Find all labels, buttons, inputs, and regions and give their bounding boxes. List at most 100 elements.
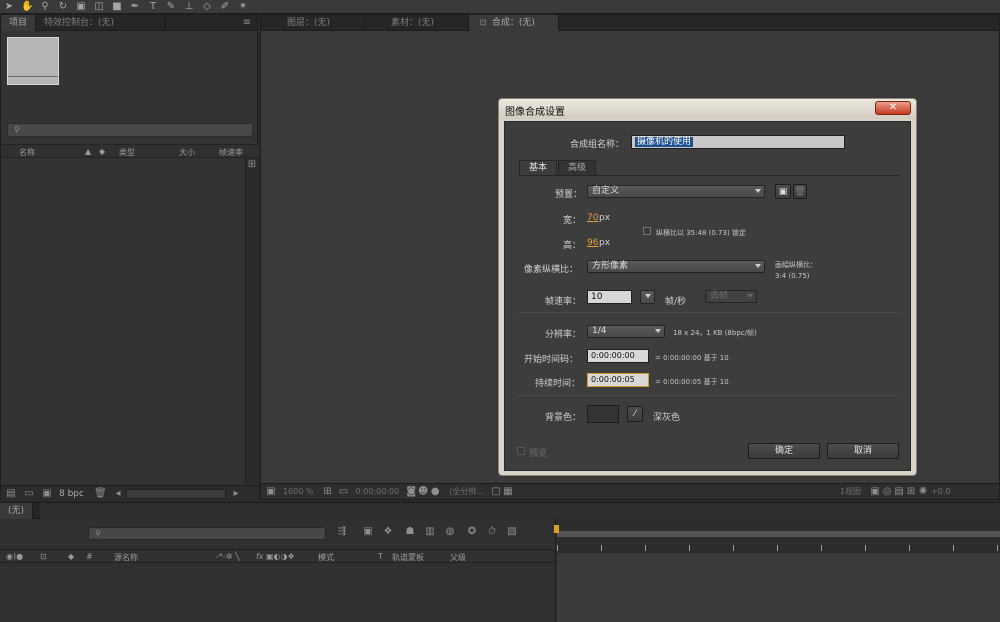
flowchart-icon[interactable]: ⊞ [246,159,258,171]
eraser-tool-icon[interactable]: ◇ [201,1,213,13]
new-composition-icon[interactable]: ▣ [41,488,53,500]
column-type[interactable]: 类型 [119,147,135,158]
horizontal-scrollbar[interactable] [125,488,226,499]
tab-effect-controls[interactable]: 特效控制台：(无) [36,14,167,31]
camera-tool-icon[interactable]: ▣ [75,1,87,13]
label-tag-icon: ◆ [99,147,106,156]
resolution-select[interactable]: (全分辨... [449,486,484,497]
comp-name-input[interactable]: 摄像机的使用 [631,135,845,149]
rectangle-tool-icon[interactable]: ■ [111,1,123,13]
shy-layers-icon[interactable]: ☗ [404,526,416,538]
new-folder-icon[interactable]: ▭ [23,488,35,500]
pen-tool-icon[interactable]: ✒ [129,1,141,13]
comp-mini-flowchart-icon[interactable]: ⇶ [336,526,348,538]
graph-editor-icon[interactable]: ▧ [506,526,518,538]
close-button[interactable]: ✕ [875,101,911,115]
project-search-input[interactable]: ⚲ [7,123,253,137]
brainstorm-icon[interactable]: ✪ [466,526,478,538]
auto-keyframe-icon[interactable]: ⏱ [486,526,498,538]
draft-3d-icon[interactable]: ❖ [382,526,394,538]
eyedropper-button[interactable]: ⁄ [627,406,643,422]
color-icon[interactable]: ● [429,486,441,498]
bg-color-swatch[interactable] [587,405,619,423]
live-update-icon[interactable]: ▣ [362,526,374,538]
panel-menu-icon[interactable]: ≡ [241,17,253,29]
exposure-icon[interactable]: ✺ [917,486,929,498]
pan-behind-tool-icon[interactable]: ◫ [93,1,105,13]
preset-select[interactable]: 自定义 [587,185,765,198]
fast-previews-icon[interactable]: ◎ [881,486,893,498]
rotate-tool-icon[interactable]: ↻ [57,1,69,13]
toggle-pixel-aspect-icon[interactable]: ▣ [869,486,881,498]
dialog-titlebar[interactable]: 图像合成设置 ✕ [499,99,916,119]
width-value[interactable]: 70 [587,213,598,223]
save-preset-button[interactable]: ▣ [775,184,791,199]
tab-timeline[interactable]: (无) [0,502,34,519]
ok-button[interactable]: 确定 [748,443,820,459]
tab-composition[interactable]: ⊡ 合成：(无) [469,14,559,31]
project-scrollbar[interactable]: ⊞ [245,159,258,485]
magnification-icon[interactable]: ▣ [265,486,277,498]
brush-tool-icon[interactable]: ✎ [165,1,177,13]
column-name[interactable]: 名称 [19,147,35,158]
frame-blending-icon[interactable]: ▥ [424,526,436,538]
scroll-right-icon[interactable]: ▸ [230,488,242,500]
pixel-aspect-select[interactable]: 方形像素 [587,260,765,273]
delete-preset-button[interactable]: 🗑 [793,184,807,199]
timeline-icon[interactable]: ▤ [893,486,905,498]
fps-input[interactable]: 10 [587,290,632,304]
roto-brush-tool-icon[interactable]: ✐ [219,1,231,13]
current-time[interactable]: 0:00:00:00 [356,487,400,496]
start-timecode-input[interactable]: 0:00:00:00 [587,349,649,363]
column-parent[interactable]: 父级 [450,552,466,563]
motion-blur-icon[interactable]: ◍ [444,526,456,538]
width-label: 宽： [563,216,582,226]
scroll-left-icon[interactable]: ◂ [112,488,124,500]
exposure-value[interactable]: +0.0 [931,487,950,496]
duration-input[interactable]: 0:00:00:05 [587,373,649,387]
flowchart-view-icon[interactable]: ⊞ [905,486,917,498]
height-value[interactable]: 96 [587,238,598,248]
snapshot-icon[interactable]: ◙ [405,486,417,498]
text-tool-icon[interactable]: T [147,1,159,13]
trash-icon[interactable]: 🗑 [94,488,107,500]
region-of-interest-icon[interactable]: ▢ [490,486,502,498]
column-mode[interactable]: 模式 [318,552,334,563]
column-track-matte[interactable]: 轨道蒙板 [392,552,424,563]
lock-aspect-checkbox[interactable] [643,227,651,235]
tab-basic[interactable]: 基本 [519,160,557,175]
zoom-tool-icon[interactable]: ⚲ [39,1,51,13]
zoom-select[interactable]: 1600 % [283,487,314,496]
tab-footage[interactable]: 素材：(无) [365,14,469,31]
switches-icons: -*-✲ ╲ [216,552,240,561]
mask-visibility-icon[interactable]: ▭ [338,486,350,498]
clone-stamp-tool-icon[interactable]: ⊥ [183,1,195,13]
timeline-track-area[interactable] [557,553,1000,622]
show-channel-icon[interactable]: ☻ [417,486,429,498]
resolution-select[interactable]: 1/4 [587,325,665,338]
current-time-indicator[interactable] [554,525,559,533]
safe-zones-icon[interactable]: ⊞ [322,486,334,498]
work-area-bar[interactable] [557,531,1000,537]
tab-project[interactable]: 项目 [1,14,37,31]
column-fps[interactable]: 帧速率 [219,147,243,158]
tab-advanced[interactable]: 高级 [558,160,596,175]
cancel-button[interactable]: 取消 [827,443,899,459]
tab-layer[interactable]: 图层：(无) [261,14,365,31]
selection-tool-icon[interactable]: ➤ [3,1,15,13]
interpret-footage-icon[interactable]: ▤ [5,488,17,500]
column-preserve-transparency[interactable]: T [378,552,383,561]
project-item-list[interactable] [1,159,245,485]
transparency-grid-icon[interactable]: ▦ [502,486,514,498]
hand-tool-icon[interactable]: ✋ [21,1,33,13]
viewer-footer: ▣ 1600 % ⊞ ▭ 0:00:00:00 ◙ ☻ ● (全分辨... ▢ … [261,483,999,499]
lock-icon[interactable]: ⊡ [477,17,489,29]
column-source-name[interactable]: 源名称 [114,552,138,563]
timeline-search-input[interactable]: ⚲ [88,527,326,540]
bpc-label[interactable]: 8 bpc [59,489,84,499]
preview-checkbox[interactable] [517,447,525,455]
fps-dropdown[interactable] [640,290,655,304]
view-layout-select[interactable]: 1视图 [840,486,861,497]
column-size[interactable]: 大小 [179,147,195,158]
puppet-tool-icon[interactable]: ✶ [237,1,249,13]
